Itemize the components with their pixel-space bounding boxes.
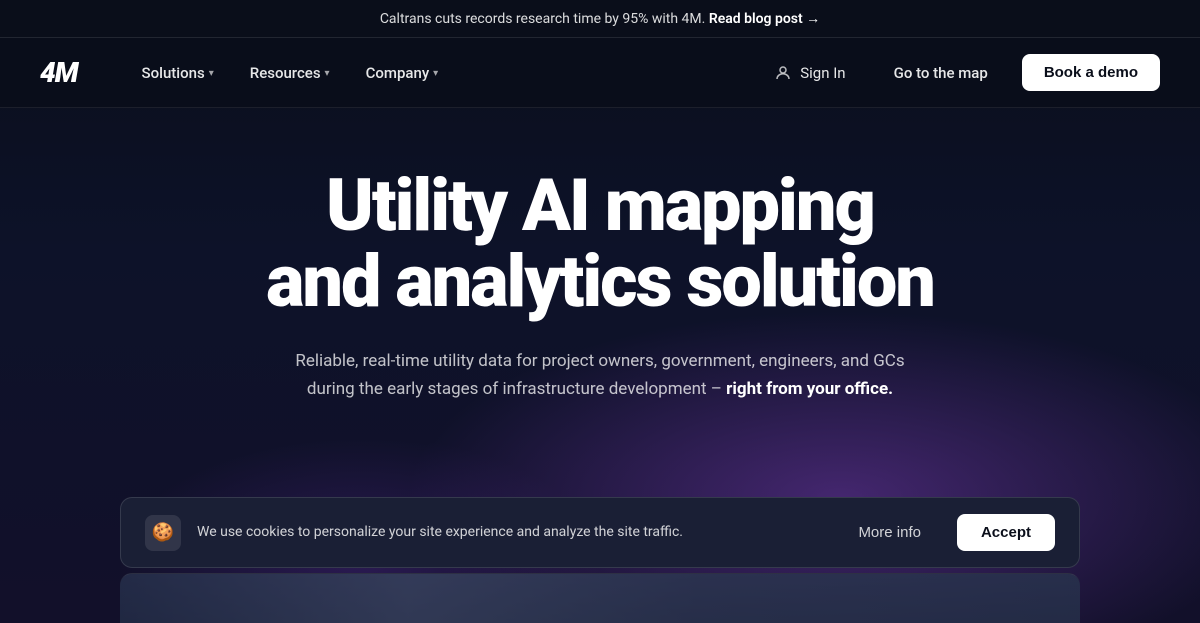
chevron-down-icon: ▾ [325, 68, 330, 79]
hero-section: Utility AI mapping and analytics solutio… [0, 108, 1200, 433]
book-demo-button[interactable]: Book a demo [1022, 54, 1160, 91]
nav-company-label: Company [366, 64, 430, 82]
chevron-down-icon: ▾ [209, 68, 214, 79]
nav-links: Solutions ▾ Resources ▾ Company ▾ [128, 56, 761, 90]
cookie-text: We use cookies to personalize your site … [197, 523, 822, 543]
sign-in-label: Sign In [800, 64, 845, 82]
user-icon [774, 64, 792, 82]
announcement-text: Caltrans cuts records research time by 9… [380, 11, 706, 27]
hero-title-line1: Utility AI mapping [326, 163, 874, 248]
cookie-emoji: 🍪 [152, 522, 174, 543]
hero-subtitle-bold: right from your office. [726, 379, 893, 399]
nav-item-solutions[interactable]: Solutions ▾ [128, 56, 228, 90]
nav-right: Sign In Go to the map Book a demo [760, 54, 1160, 91]
navbar: 4M Solutions ▾ Resources ▾ Company ▾ Sig… [0, 38, 1200, 108]
nav-item-company[interactable]: Company ▾ [352, 56, 453, 90]
nav-resources-label: Resources [250, 64, 321, 82]
cookie-icon: 🍪 [145, 515, 181, 551]
nav-solutions-label: Solutions [142, 64, 205, 82]
accept-button[interactable]: Accept [957, 514, 1055, 551]
hero-subtitle: Reliable, real-time utility data for pro… [290, 347, 910, 403]
logo-text: 4M [40, 56, 78, 89]
go-to-map-button[interactable]: Go to the map [880, 56, 1002, 90]
announcement-bar: Caltrans cuts records research time by 9… [0, 0, 1200, 38]
bottom-image-strip [120, 573, 1080, 623]
logo[interactable]: 4M [40, 56, 78, 89]
more-info-button[interactable]: More info [838, 514, 941, 551]
hero-title-line2: and analytics solution [266, 239, 934, 324]
go-to-map-label: Go to the map [894, 64, 988, 82]
announcement-link[interactable]: Read blog post → [709, 11, 820, 27]
hero-title: Utility AI mapping and analytics solutio… [200, 168, 1000, 319]
nav-item-resources[interactable]: Resources ▾ [236, 56, 344, 90]
sign-in-button[interactable]: Sign In [760, 56, 859, 90]
bottom-strip-inner [120, 574, 1080, 623]
chevron-down-icon: ▾ [433, 68, 438, 79]
cookie-banner: 🍪 We use cookies to personalize your sit… [120, 497, 1080, 568]
